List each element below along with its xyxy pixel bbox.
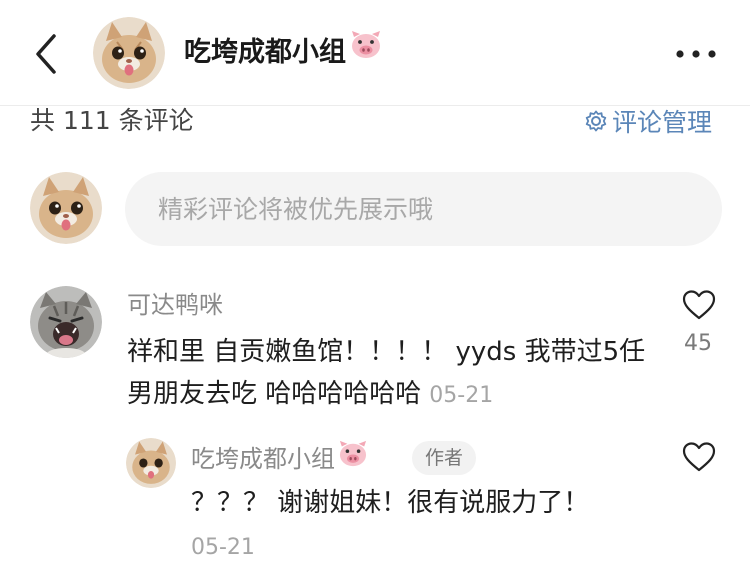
author-badge: 作者	[412, 441, 477, 475]
reply-author-avatar[interactable]	[126, 438, 176, 488]
reply-author-text: 吃垮成都小组	[191, 445, 335, 473]
comment-manage-label: 评论管理	[612, 108, 713, 137]
more-options-icon[interactable]	[672, 40, 720, 68]
comment-input[interactable]	[125, 172, 722, 246]
top-bar: 吃垮成都小组	[0, 0, 750, 106]
reply-text: ？？？ 谢谢姐妹！很有说服力了！	[191, 488, 590, 518]
page-title: 吃垮成都小组	[184, 30, 382, 73]
comment-manage-link[interactable]: 评论管理	[584, 104, 712, 138]
commenter-name[interactable]: 可达鸭咪	[127, 289, 223, 321]
comment-date: 05-21	[429, 383, 494, 408]
pig-face-icon	[350, 30, 382, 72]
back-arrow-icon[interactable]	[30, 32, 64, 76]
reply-date: 05-21	[191, 535, 255, 560]
page-title-text: 吃垮成都小组	[184, 37, 346, 68]
comment-count: 共 111 条评论	[30, 106, 194, 135]
like-heart-icon[interactable]	[681, 289, 717, 321]
reply-author-name[interactable]: 吃垮成都小组	[191, 440, 368, 478]
group-avatar[interactable]	[93, 17, 165, 89]
current-user-avatar	[30, 172, 102, 244]
comment-body: 祥和里 自贡嫩鱼馆！！！！ yyds 我带过5任男朋友去吃 哈哈哈哈哈哈	[127, 337, 646, 409]
like-count: 45	[684, 331, 712, 356]
settings-icon	[585, 110, 607, 132]
pig-face-icon	[338, 440, 368, 478]
reply-like-heart-icon[interactable]	[681, 441, 717, 473]
comment-text: 祥和里 自贡嫩鱼馆！！！！ yyds 我带过5任男朋友去吃 哈哈哈哈哈哈 05-2…	[127, 331, 647, 417]
commenter-avatar[interactable]	[30, 286, 102, 358]
